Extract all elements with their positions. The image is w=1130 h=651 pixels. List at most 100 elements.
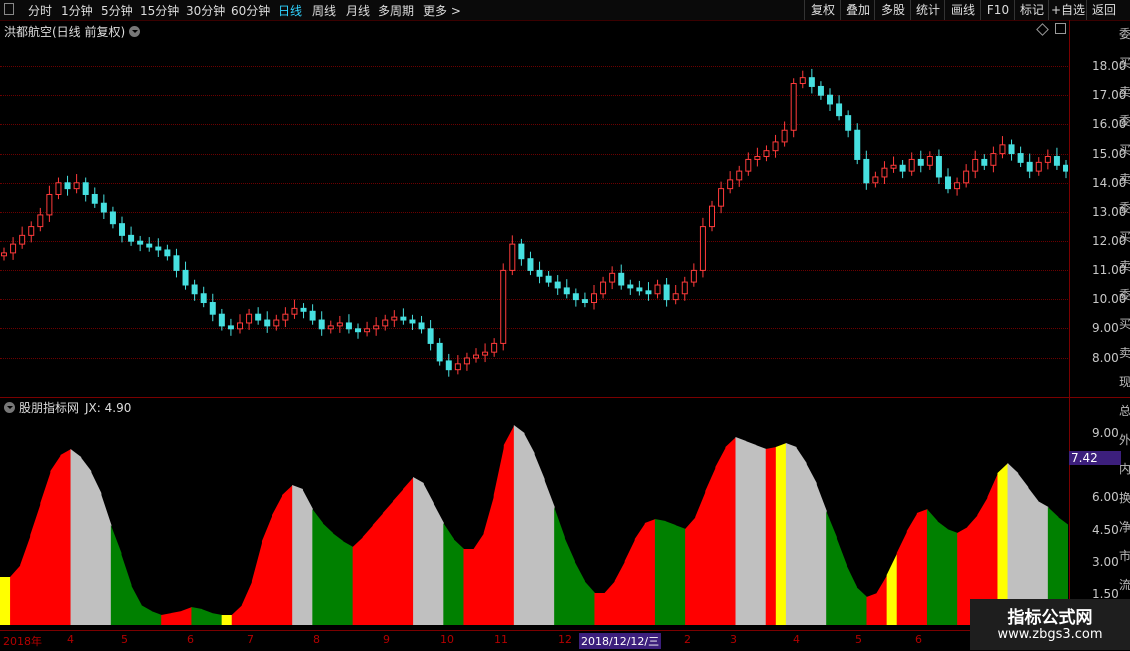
candle-body	[427, 328, 434, 344]
indicator-segment	[473, 533, 485, 625]
candle-body	[672, 293, 679, 301]
indicator-segment	[60, 449, 72, 625]
indicator-segment	[594, 593, 606, 625]
candle-body	[872, 176, 879, 184]
period-tab-30min[interactable]: 30分钟	[186, 2, 225, 19]
candle-body	[709, 205, 715, 228]
f10-button[interactable]: F10	[980, 0, 1015, 20]
candle-body	[899, 164, 906, 172]
indicator-name: 股朋指标网	[19, 401, 80, 415]
candle-body	[790, 83, 797, 131]
date-tick: 6	[187, 633, 194, 646]
overlay-button[interactable]: 叠加	[840, 0, 875, 20]
candle-body	[355, 328, 361, 333]
candlestick-chart[interactable]	[0, 20, 1068, 397]
period-tab-weekly[interactable]: 周线	[312, 2, 336, 19]
indicator-segment	[755, 445, 767, 625]
candle-body	[554, 281, 561, 289]
jx-value: JX: 4.90	[85, 401, 132, 415]
indicator-segment	[957, 527, 968, 625]
period-tab-daily[interactable]: 日线	[278, 2, 302, 19]
candle-body	[600, 281, 607, 295]
indicator-segment	[634, 523, 646, 625]
panel-window-icon[interactable]	[1055, 23, 1066, 34]
candle-body	[463, 357, 470, 365]
add-watchlist-button[interactable]: +自选	[1048, 0, 1087, 20]
candle-body	[309, 310, 316, 321]
indicator-segment	[90, 471, 102, 625]
multi-stock-button[interactable]: 多股	[874, 0, 911, 20]
candle-body	[827, 94, 833, 105]
indicator-segment	[523, 433, 535, 625]
period-tab-multi[interactable]: 多周期	[378, 2, 414, 19]
date-tick: 4	[793, 633, 800, 646]
candle-body	[836, 103, 843, 117]
period-tab-fenshi[interactable]: 分时	[28, 2, 52, 19]
candle-body	[908, 158, 915, 172]
candle-body	[527, 258, 534, 271]
indicator-segment	[685, 517, 696, 625]
indicator-segment	[352, 537, 364, 625]
indicator-segment	[80, 457, 92, 625]
candle-body	[55, 182, 62, 195]
indicator-axis-label: 4.50	[1092, 523, 1119, 537]
indicator-segment	[564, 537, 575, 625]
date-tick: 9	[383, 633, 390, 646]
draw-line-button[interactable]: 画线	[944, 0, 981, 20]
candle-body	[146, 243, 153, 248]
indicator-segment	[664, 521, 676, 625]
candle-body	[1008, 144, 1015, 155]
indicator-segment	[20, 535, 31, 625]
candle-body	[400, 316, 407, 321]
indicator-chart[interactable]	[0, 398, 1068, 630]
candle-body	[1035, 161, 1042, 172]
candle-body	[182, 269, 189, 286]
date-tick: 8	[313, 633, 320, 646]
candle-body	[990, 153, 997, 166]
indicator-segment	[826, 511, 837, 625]
period-tab-1min[interactable]: 1分钟	[61, 2, 93, 19]
candle-body	[690, 269, 697, 283]
candle-body	[1026, 161, 1033, 172]
candle-body	[173, 255, 180, 271]
candle-body	[754, 156, 761, 160]
period-tab-monthly[interactable]: 月线	[346, 2, 370, 19]
dropdown-icon[interactable]	[4, 402, 15, 413]
indicator-segment	[171, 611, 182, 625]
period-tab-60min[interactable]: 60分钟	[231, 2, 270, 19]
candle-body	[64, 182, 71, 190]
date-tick: 3	[730, 633, 737, 646]
indicator-segment	[544, 479, 555, 625]
candle-body	[881, 167, 888, 178]
back-button[interactable]: 返回	[1086, 0, 1121, 20]
date-tick: 5	[855, 633, 862, 646]
candle-body	[282, 313, 289, 321]
indicator-segment	[211, 613, 223, 625]
candle-body	[128, 234, 135, 242]
date-tick: 2018年	[3, 635, 42, 648]
indicator-segment	[231, 605, 243, 625]
indicator-segment	[513, 425, 525, 625]
period-tab-15min[interactable]: 15分钟	[140, 2, 179, 19]
period-tab-more[interactable]: 更多 >	[423, 2, 461, 19]
mark-button[interactable]: 标记	[1014, 0, 1049, 20]
candle-body	[718, 188, 725, 207]
indicator-segment	[100, 493, 112, 625]
indicator-segment	[10, 565, 21, 625]
dropdown-icon[interactable]	[129, 26, 141, 37]
candle-body	[137, 240, 144, 245]
candle-body	[799, 77, 806, 85]
period-tab-5min[interactable]: 5分钟	[101, 2, 133, 19]
window-icon[interactable]	[4, 3, 14, 15]
candle-body	[500, 269, 507, 344]
indicator-segment	[221, 615, 233, 625]
restore-rights-button[interactable]: 复权	[804, 0, 841, 20]
indicator-segment	[775, 443, 787, 625]
statistics-button[interactable]: 统计	[910, 0, 945, 20]
indicator-segment	[130, 585, 142, 625]
indicator-segment	[795, 447, 807, 625]
candle-body	[545, 275, 552, 283]
indicator-segment	[624, 539, 636, 625]
candle-body	[364, 328, 371, 333]
candle-body	[409, 319, 416, 324]
